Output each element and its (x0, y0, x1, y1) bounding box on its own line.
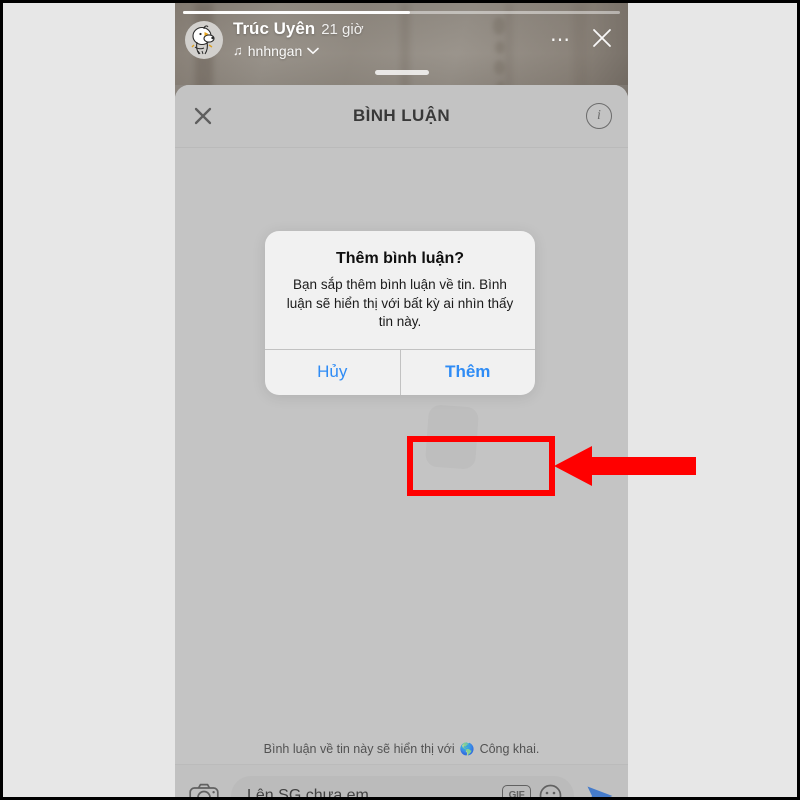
camera-icon[interactable] (189, 783, 219, 797)
cancel-button[interactable]: Hủy (265, 349, 401, 395)
alert-content: Thêm bình luận? Bạn sắp thêm bình luận v… (265, 231, 535, 349)
comments-header: BÌNH LUẬN i (175, 85, 628, 148)
privacy-text-after: Công khai. (479, 742, 540, 756)
story-background-image: Trúc Uyên 21 giờ ♫ hnhngan ⋯ (175, 3, 628, 95)
alert-actions: Hủy Thêm (265, 348, 536, 395)
comment-composer: Lên SG chưa em GIF (175, 764, 628, 797)
story-username[interactable]: Trúc Uyên (233, 20, 315, 38)
chevron-down-icon[interactable] (307, 42, 320, 60)
music-note-icon: ♫ (233, 43, 243, 59)
more-options-icon[interactable]: ⋯ (550, 30, 572, 50)
privacy-text-before: Bình luận về tin này sẽ hiển thị với (263, 742, 455, 756)
placeholder-card (424, 404, 480, 470)
privacy-notice: Bình luận về tin này sẽ hiển thị với 🌎 C… (175, 734, 628, 764)
send-icon[interactable] (586, 783, 614, 797)
page-title: BÌNH LUẬN (352, 106, 451, 125)
comment-input[interactable]: Lên SG chưa em GIF (231, 775, 574, 798)
phone-screen: Trúc Uyên 21 giờ ♫ hnhngan ⋯ BÌNH LUẬN i… (175, 3, 628, 797)
alert-title: Thêm bình luận? (336, 250, 464, 267)
story-progress-fill (183, 11, 411, 14)
sheet-drag-handle[interactable] (374, 70, 429, 75)
smiley-icon[interactable] (539, 784, 562, 797)
story-header: Trúc Uyên 21 giờ ♫ hnhngan ⋯ (175, 17, 628, 63)
gif-icon[interactable]: GIF (502, 785, 531, 797)
avatar[interactable] (185, 21, 223, 59)
story-author-row: Trúc Uyên 21 giờ (233, 20, 550, 38)
alert-message: Bạn sắp thêm bình luận về tin. Bình luận… (286, 277, 514, 330)
close-icon[interactable] (590, 26, 614, 55)
story-music-label: hnhngan (247, 42, 303, 59)
story-timestamp: 21 giờ (321, 21, 364, 39)
add-comment-alert-dialog: Thêm bình luận? Bạn sắp thêm bình luận v… (265, 231, 535, 395)
screenshot-canvas: Trúc Uyên 21 giờ ♫ hnhngan ⋯ BÌNH LUẬN i… (0, 0, 800, 800)
story-actions: ⋯ (550, 26, 618, 55)
confirm-button[interactable]: Thêm (401, 350, 536, 395)
globe-icon: 🌎 (459, 742, 475, 756)
comments-sheet: BÌNH LUẬN i Bình luận về tin này sẽ hiển… (175, 85, 628, 797)
story-progress-bar[interactable] (183, 11, 620, 14)
comment-input-value[interactable]: Lên SG chưa em (247, 787, 494, 798)
story-meta: Trúc Uyên 21 giờ ♫ hnhngan (233, 20, 550, 60)
close-icon[interactable] (191, 104, 215, 128)
info-icon[interactable]: i (586, 103, 612, 129)
story-music-row[interactable]: ♫ hnhngan (233, 42, 550, 60)
